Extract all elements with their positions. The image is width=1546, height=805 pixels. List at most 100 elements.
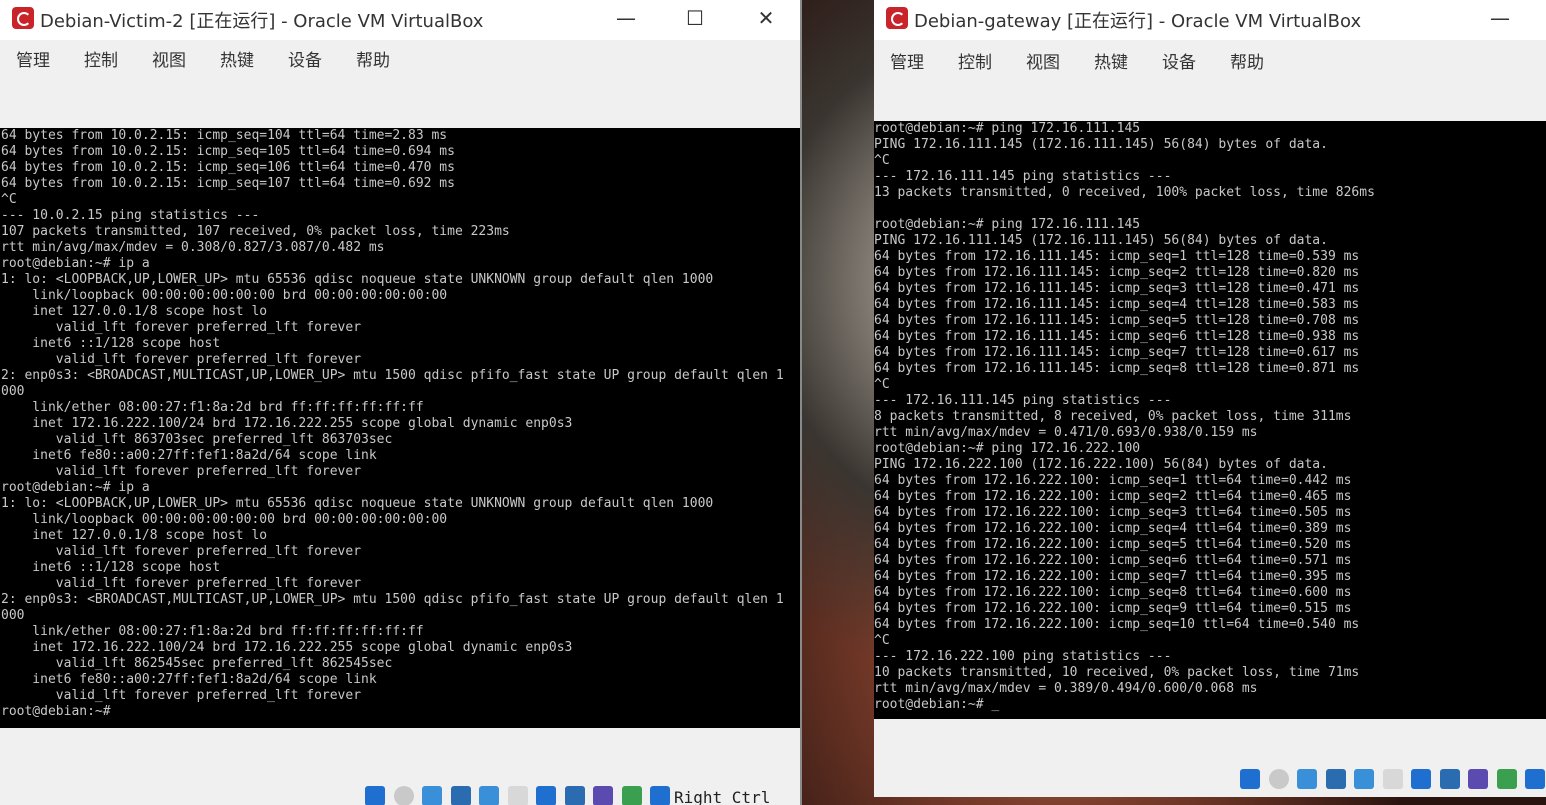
console-line: 13 packets transmitted, 0 received, 100%… xyxy=(874,185,1375,200)
toolbar-area xyxy=(0,74,800,128)
usb-icon[interactable] xyxy=(479,786,499,805)
menu-item-2[interactable]: 视图 xyxy=(1026,48,1060,73)
toolbar-area xyxy=(874,74,1546,121)
optical-drive-icon[interactable] xyxy=(393,786,414,805)
console-line: root@debian:~# xyxy=(1,704,111,719)
console-line: inet6 ::1/128 scope host xyxy=(1,336,221,351)
vm-console-screen[interactable]: root@debian:~# ping 172.16.111.145 PING 1… xyxy=(874,121,1546,719)
console-line: 2: enp0s3: <BROADCAST,MULTICAST,UP,LOWER… xyxy=(1,368,784,383)
console-line: inet6 fe80::a00:27ff:fef1:8a2d/64 scope … xyxy=(1,672,377,687)
console-line: 64 bytes from 172.16.111.145: icmp_seq=6… xyxy=(874,329,1360,344)
host-key-label: Right Ctrl xyxy=(674,788,771,805)
console-line: --- 10.0.2.15 ping statistics --- xyxy=(1,208,260,223)
menu-item-1[interactable]: 控制 xyxy=(84,46,118,71)
console-line: --- 172.16.111.145 ping statistics --- xyxy=(874,169,1172,184)
display-icon[interactable] xyxy=(1411,769,1431,789)
title-bar[interactable]: Debian-gateway [正在运行] - Oracle VM Virtua… xyxy=(874,0,1546,38)
console-line: 64 bytes from 172.16.111.145: icmp_seq=2… xyxy=(874,265,1360,280)
console-line: 64 bytes from 172.16.111.145: icmp_seq=8… xyxy=(874,361,1360,376)
console-line: link/loopback 00:00:00:00:00:00 brd 00:0… xyxy=(1,288,448,303)
console-line: root@debian:~# ip a xyxy=(1,480,150,495)
console-line: root@debian:~# ip a xyxy=(1,256,150,271)
hdd-icon[interactable] xyxy=(1240,769,1260,789)
console-line: 8 packets transmitted, 8 received, 0% pa… xyxy=(874,409,1352,424)
keyboard-capture-icon[interactable] xyxy=(650,786,670,805)
menu-item-1[interactable]: 控制 xyxy=(958,48,992,73)
console-line: inet6 fe80::a00:27ff:fef1:8a2d/64 scope … xyxy=(1,448,377,463)
mouse-integration-icon[interactable] xyxy=(1496,769,1517,789)
console-line: 64 bytes from 172.16.111.145: icmp_seq=5… xyxy=(874,313,1360,328)
virtualbox-app-icon xyxy=(886,7,908,29)
status-bar: Right Ctrl xyxy=(0,728,800,805)
menu-bar: 管理 控制 视图 热键 设备 帮助 xyxy=(874,40,1546,74)
maximize-button[interactable]: ☐ xyxy=(673,4,717,34)
vm-console-screen[interactable]: 64 bytes from 10.0.2.15: icmp_seq=104 tt… xyxy=(0,128,800,728)
console-line: 10 packets transmitted, 10 received, 0% … xyxy=(874,665,1360,680)
display-icon[interactable] xyxy=(536,786,556,805)
console-line: 64 bytes from 172.16.111.145: icmp_seq=1… xyxy=(874,249,1360,264)
console-line: valid_lft forever preferred_lft forever xyxy=(1,688,362,703)
console-line: ^C xyxy=(874,633,890,648)
minimize-button[interactable]: — xyxy=(1478,4,1522,34)
network-icon[interactable] xyxy=(1325,769,1346,789)
console-line: --- 172.16.222.100 ping statistics --- xyxy=(874,649,1172,664)
console-line: root@debian:~# ping 172.16.111.145 xyxy=(874,121,1141,136)
hdd-icon[interactable] xyxy=(365,786,385,805)
menu-item-2[interactable]: 视图 xyxy=(152,46,186,71)
window-title: Debian-Victim-2 [正在运行] - Oracle VM Virtu… xyxy=(40,11,484,32)
console-line: --- 172.16.111.145 ping statistics --- xyxy=(874,393,1172,408)
cpu-icon[interactable] xyxy=(1468,769,1488,789)
console-line: 64 bytes from 10.0.2.15: icmp_seq=104 tt… xyxy=(1,128,448,143)
menu-item-5[interactable]: 帮助 xyxy=(1230,48,1264,73)
console-line: inet 127.0.0.1/8 scope host lo xyxy=(1,528,268,543)
console-line: root@debian:~# ping 172.16.222.100 xyxy=(874,441,1141,456)
console-line: valid_lft 862545sec preferred_lft 862545… xyxy=(1,656,393,671)
menu-item-4[interactable]: 设备 xyxy=(1162,48,1196,73)
menu-item-4[interactable]: 设备 xyxy=(288,46,322,71)
mouse-integration-icon[interactable] xyxy=(621,786,642,805)
console-line: 1: lo: <LOOPBACK,UP,LOWER_UP> mtu 65536 … xyxy=(1,272,714,287)
network-icon[interactable] xyxy=(450,786,471,805)
console-line: PING 172.16.111.145 (172.16.111.145) 56(… xyxy=(874,137,1328,152)
title-bar[interactable]: Debian-Victim-2 [正在运行] - Oracle VM Virtu… xyxy=(0,0,800,38)
recording-icon[interactable] xyxy=(564,786,585,805)
console-line: 64 bytes from 172.16.222.100: icmp_seq=1… xyxy=(874,473,1352,488)
console-line: link/ether 08:00:27:f1:8a:2d brd ff:ff:f… xyxy=(1,400,424,415)
console-line: ^C xyxy=(1,192,17,207)
audio-icon[interactable] xyxy=(422,786,442,805)
console-line: 64 bytes from 10.0.2.15: icmp_seq=105 tt… xyxy=(1,144,455,159)
keyboard-capture-icon[interactable] xyxy=(1525,769,1545,789)
console-line: 64 bytes from 172.16.111.145: icmp_seq=7… xyxy=(874,345,1360,360)
console-line: 64 bytes from 172.16.222.100: icmp_seq=2… xyxy=(874,489,1352,504)
victim-vm-window: Debian-Victim-2 [正在运行] - Oracle VM Virtu… xyxy=(0,0,800,805)
gateway-vm-window: Debian-gateway [正在运行] - Oracle VM Virtua… xyxy=(874,0,1546,797)
console-line: inet 172.16.222.100/24 brd 172.16.222.25… xyxy=(1,640,573,655)
usb-icon[interactable] xyxy=(1354,769,1374,789)
console-line: 64 bytes from 172.16.222.100: icmp_seq=6… xyxy=(874,553,1352,568)
console-line: 64 bytes from 172.16.222.100: icmp_seq=5… xyxy=(874,537,1352,552)
window-title: Debian-gateway [正在运行] - Oracle VM Virtua… xyxy=(914,11,1362,32)
console-line: valid_lft forever preferred_lft forever xyxy=(1,352,362,367)
console-line: valid_lft 863703sec preferred_lft 863703… xyxy=(1,432,393,447)
console-line: inet6 ::1/128 scope host xyxy=(1,560,221,575)
console-line: 000 xyxy=(1,608,25,623)
virtualbox-app-icon xyxy=(12,7,34,29)
cpu-icon[interactable] xyxy=(593,786,613,805)
recording-icon[interactable] xyxy=(1439,769,1460,789)
audio-icon[interactable] xyxy=(1297,769,1317,789)
menu-item-3[interactable]: 热键 xyxy=(220,46,254,71)
console-line: 2: enp0s3: <BROADCAST,MULTICAST,UP,LOWER… xyxy=(1,592,784,607)
console-line: rtt min/avg/max/mdev = 0.389/0.494/0.600… xyxy=(874,681,1258,696)
menu-item-3[interactable]: 热键 xyxy=(1094,48,1128,73)
menu-item-0[interactable]: 管理 xyxy=(16,46,50,71)
shared-folder-icon[interactable] xyxy=(507,786,528,805)
window-gap xyxy=(800,0,802,805)
menu-item-0[interactable]: 管理 xyxy=(890,48,924,73)
minimize-button[interactable]: — xyxy=(604,4,648,34)
close-button[interactable]: ✕ xyxy=(744,4,788,34)
shared-folder-icon[interactable] xyxy=(1382,769,1403,789)
menu-item-5[interactable]: 帮助 xyxy=(356,46,390,71)
optical-drive-icon[interactable] xyxy=(1268,769,1289,789)
console-line: ^C xyxy=(874,153,890,168)
